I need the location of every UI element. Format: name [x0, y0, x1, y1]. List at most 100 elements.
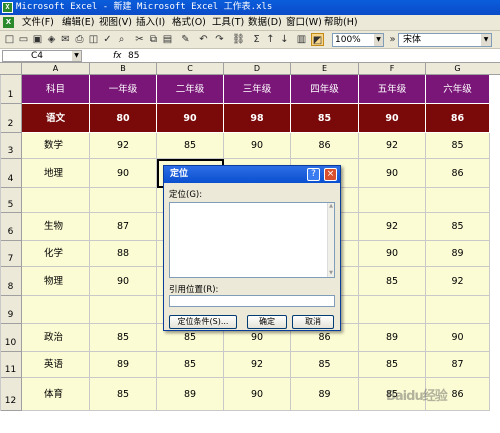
table-cell[interactable]: 90: [90, 159, 157, 188]
table-cell[interactable]: 87: [90, 213, 157, 241]
row-header[interactable]: 7: [0, 241, 22, 267]
table-cell[interactable]: 88: [90, 241, 157, 267]
undo-icon[interactable]: ↶: [197, 33, 210, 46]
scrollbar[interactable]: ▲ ▼: [327, 203, 334, 277]
table-cell[interactable]: [0, 104, 1, 133]
table-cell[interactable]: [22, 296, 90, 324]
table-cell[interactable]: 90: [359, 104, 426, 133]
chevron-down-icon[interactable]: ▼: [374, 34, 383, 46]
column-header[interactable]: D: [224, 63, 291, 75]
table-cell[interactable]: 86: [426, 159, 490, 188]
table-cell[interactable]: [426, 296, 490, 324]
table-cell[interactable]: 85: [157, 352, 224, 378]
table-cell[interactable]: [359, 188, 426, 213]
table-cell[interactable]: 90: [157, 104, 224, 133]
row-header[interactable]: 8: [0, 267, 22, 296]
table-cell[interactable]: [0, 159, 1, 188]
menu-view[interactable]: 视图(V): [97, 16, 134, 30]
cancel-button[interactable]: 取消: [292, 315, 334, 329]
column-header[interactable]: G: [426, 63, 490, 75]
table-cell[interactable]: 90: [359, 241, 426, 267]
column-header[interactable]: F: [359, 63, 426, 75]
table-cell[interactable]: 政治: [22, 324, 90, 352]
spelling-icon[interactable]: ✓: [101, 33, 114, 46]
row-header[interactable]: 1: [0, 75, 22, 104]
table-cell[interactable]: 89: [157, 378, 224, 411]
table-cell[interactable]: [0, 296, 1, 324]
table-cell[interactable]: [0, 188, 1, 213]
table-cell[interactable]: 90: [90, 267, 157, 296]
reference-input[interactable]: [169, 295, 335, 307]
menu-window[interactable]: 窗口(W): [284, 16, 324, 30]
autosum-icon[interactable]: Σ: [250, 33, 263, 46]
table-cell[interactable]: 85: [426, 133, 490, 159]
table-cell[interactable]: 90: [359, 159, 426, 188]
table-cell[interactable]: 一年级: [90, 75, 157, 104]
cut-icon[interactable]: ✂: [133, 33, 146, 46]
sort-ascending-icon[interactable]: ↑: [264, 33, 277, 46]
chevron-down-icon[interactable]: ▼: [481, 34, 491, 46]
table-cell[interactable]: 85: [291, 352, 359, 378]
print-icon[interactable]: ⎙: [73, 33, 86, 46]
research-icon[interactable]: ⌕: [115, 33, 128, 46]
hyperlink-icon[interactable]: ⛓: [232, 33, 245, 46]
row-header[interactable]: 10: [0, 324, 22, 352]
table-cell[interactable]: 五年级: [359, 75, 426, 104]
table-cell[interactable]: [0, 213, 1, 241]
select-all-corner[interactable]: [0, 63, 22, 75]
menu-help[interactable]: 帮助(H): [322, 16, 360, 30]
ok-button[interactable]: 确定: [247, 315, 287, 329]
permission-icon[interactable]: ◈: [45, 33, 58, 46]
table-cell[interactable]: 89: [90, 352, 157, 378]
table-cell[interactable]: 85: [426, 213, 490, 241]
row-header[interactable]: 9: [0, 296, 22, 324]
table-cell[interactable]: [90, 188, 157, 213]
table-cell[interactable]: 数学: [22, 133, 90, 159]
help-icon[interactable]: ?: [307, 168, 320, 181]
chart-wizard-icon[interactable]: ▥: [295, 33, 308, 46]
table-cell[interactable]: 体育: [22, 378, 90, 411]
table-cell[interactable]: [0, 352, 1, 378]
menu-tools[interactable]: 工具(T): [210, 16, 246, 30]
table-cell[interactable]: 85: [291, 104, 359, 133]
chevron-down-icon[interactable]: ▼: [72, 51, 81, 61]
table-cell[interactable]: 98: [224, 104, 291, 133]
row-header[interactable]: 6: [0, 213, 22, 241]
menu-file[interactable]: 文件(F): [20, 16, 56, 30]
formula-input[interactable]: 85: [128, 50, 139, 62]
name-box[interactable]: C4 ▼: [2, 50, 82, 62]
drawing-icon[interactable]: ◩: [311, 33, 324, 46]
table-cell[interactable]: 89: [426, 241, 490, 267]
table-cell[interactable]: [426, 188, 490, 213]
table-cell[interactable]: [0, 241, 1, 267]
table-cell[interactable]: [22, 188, 90, 213]
row-header[interactable]: 4: [0, 159, 22, 188]
table-cell[interactable]: 80: [90, 104, 157, 133]
table-cell[interactable]: 英语: [22, 352, 90, 378]
table-cell[interactable]: 92: [426, 267, 490, 296]
table-cell[interactable]: [0, 324, 1, 352]
table-cell[interactable]: 90: [224, 378, 291, 411]
open-icon[interactable]: ▭: [17, 33, 30, 46]
table-cell[interactable]: [90, 296, 157, 324]
table-cell[interactable]: [0, 133, 1, 159]
email-icon[interactable]: ✉: [59, 33, 72, 46]
column-header[interactable]: B: [90, 63, 157, 75]
zoom-select[interactable]: 100% ▼: [332, 33, 384, 47]
menu-edit[interactable]: 编辑(E): [60, 16, 96, 30]
table-cell[interactable]: 语文: [22, 104, 90, 133]
function-icon[interactable]: fx: [113, 50, 122, 62]
table-cell[interactable]: 二年级: [157, 75, 224, 104]
table-cell[interactable]: 89: [291, 378, 359, 411]
menu-insert[interactable]: 插入(I): [134, 16, 167, 30]
table-cell[interactable]: 地理: [22, 159, 90, 188]
table-cell[interactable]: 89: [359, 324, 426, 352]
table-cell[interactable]: 85: [157, 133, 224, 159]
save-icon[interactable]: ▣: [31, 33, 44, 46]
table-cell[interactable]: 85: [359, 352, 426, 378]
print-preview-icon[interactable]: ◫: [87, 33, 100, 46]
table-cell[interactable]: 86: [291, 133, 359, 159]
font-select[interactable]: 宋体 ▼: [398, 33, 492, 47]
goto-list[interactable]: ▲ ▼: [169, 202, 335, 278]
column-header[interactable]: E: [291, 63, 359, 75]
